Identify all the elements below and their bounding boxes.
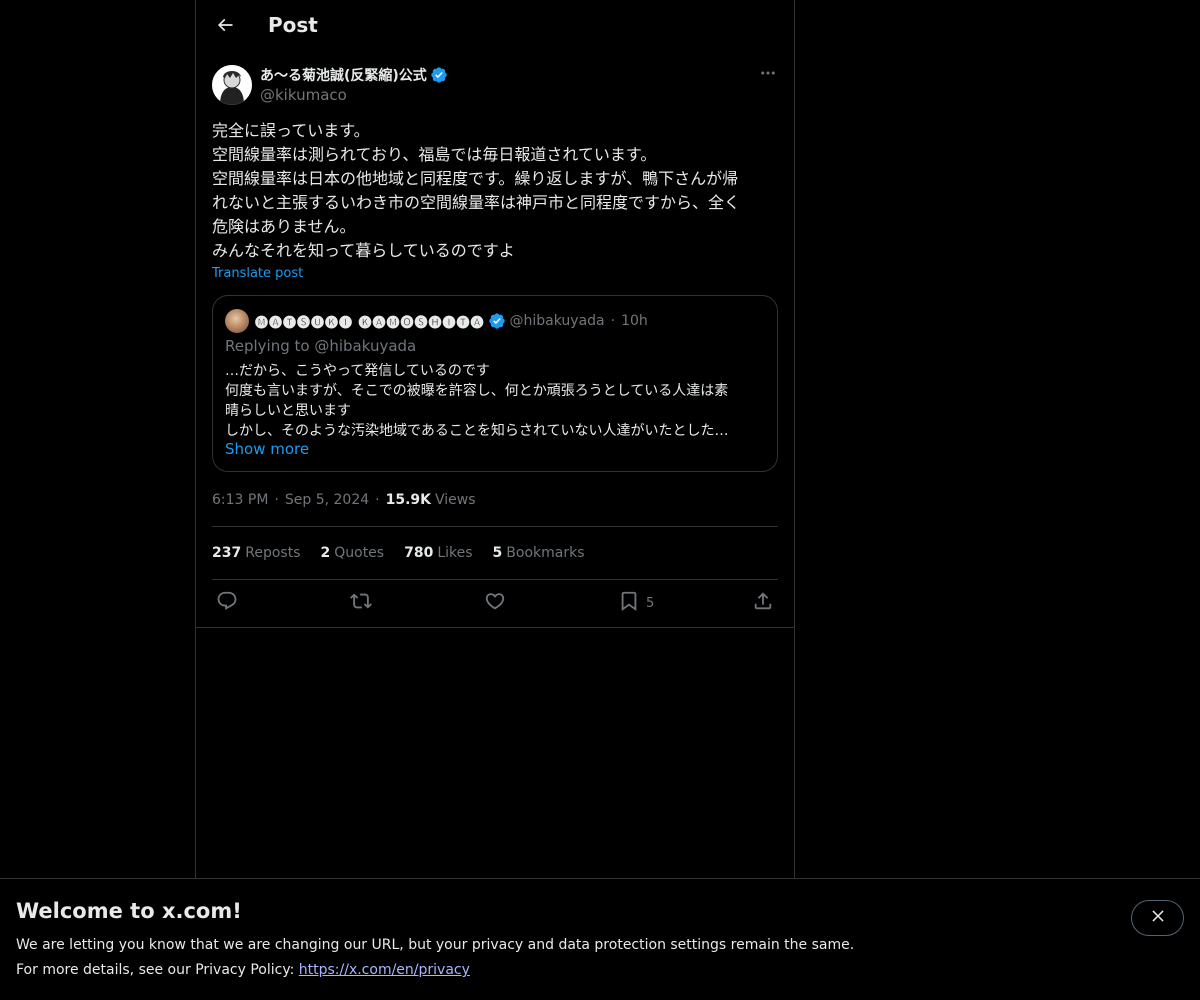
like-icon [484, 590, 506, 616]
bookmark-icon [618, 590, 640, 616]
share-icon [752, 590, 774, 616]
close-icon [1149, 907, 1167, 929]
post-text-line: 空間線量率は日本の他地域と同程度です。繰り返しますが、鴨下さんが帰 [212, 169, 739, 188]
quotes-stat[interactable]: 2 Quotes [320, 545, 384, 561]
quoted-author-display-name: 🅜🅐🅣🅢🅤🅚🅘 🅚🅐🅜🅞🅢🅗🅘🅣🅐 [255, 315, 485, 331]
post-text: 完全に誤っています。 空間線量率は測られており、福島では毎日報道されています。 … [212, 119, 778, 263]
banner-privacy-prefix: For more details, see our Privacy Policy… [16, 962, 299, 978]
views-count: 15.9K [385, 492, 431, 508]
author-name-row[interactable]: あ〜る菊池誠(反緊縮)公式 [260, 64, 448, 86]
post-text-line: れないと主張するいわき市の空間線量率は神戸市と同程度ですから、全く [212, 193, 741, 212]
bookmarks-stat[interactable]: 5 Bookmarks [493, 545, 585, 561]
page-title: Post [268, 13, 318, 37]
reply-button[interactable] [216, 591, 238, 615]
quoted-text-line: しかし、そのような汚染地域であることを知らされていない人達がいたとした… [225, 423, 729, 439]
likes-stat[interactable]: 780 Likes [404, 545, 472, 561]
divider [212, 579, 778, 580]
quotes-count: 2 [320, 545, 331, 561]
close-banner-button[interactable] [1131, 900, 1184, 936]
banner-privacy-line: For more details, see our Privacy Policy… [16, 962, 470, 978]
post-header: Post [196, 0, 794, 54]
share-button[interactable] [752, 591, 774, 615]
reposts-stat[interactable]: 237 Reposts [212, 545, 300, 561]
show-more-link[interactable]: Show more [225, 440, 309, 458]
quoted-text-line: 何度も言いますが、そこでの被曝を許容し、何とか頑張ろうとしている人達は素 [225, 383, 729, 399]
separator-dot: · [610, 313, 616, 329]
divider [196, 627, 794, 628]
post-stats: 237 Reposts 2 Quotes 780 Likes 5 Bookmarks [212, 543, 605, 563]
author-display-name[interactable]: あ〜る菊池誠(反緊縮)公式 [260, 65, 427, 85]
post-actions: 5 [196, 583, 794, 623]
quotes-label: Quotes [334, 545, 385, 561]
repost-icon [350, 590, 372, 616]
translate-post-link[interactable]: Translate post [212, 266, 303, 281]
verified-badge-icon [488, 312, 506, 330]
banner-message: We are letting you know that we are chan… [16, 937, 855, 953]
post-time[interactable]: 6:13 PM [212, 492, 268, 508]
author-handle[interactable]: @kikumaco [260, 86, 347, 104]
quoted-text-line: 晴らしいと思います [225, 403, 351, 419]
author-avatar[interactable] [212, 65, 252, 105]
views-label: Views [435, 492, 476, 508]
reply-icon [216, 590, 238, 616]
quoted-author-avatar [225, 309, 249, 333]
quoted-author-handle: @hibakuyada [509, 313, 605, 329]
banner-title: Welcome to x.com! [16, 899, 242, 923]
post-text-line: 空間線量率は測られており、福島では毎日報道されています。 [212, 145, 657, 164]
more-options-button[interactable] [756, 64, 780, 86]
post-date[interactable]: Sep 5, 2024 [285, 492, 369, 508]
bookmark-count: 5 [646, 595, 655, 611]
post-text-line: みんなそれを知って暮らしているのですよ [212, 241, 515, 260]
bookmark-button[interactable]: 5 [618, 591, 654, 615]
quoted-post-header: 🅜🅐🅣🅢🅤🅚🅘 🅚🅐🅜🅞🅢🅗🅘🅣🅐 @hibakuyada · 10h [255, 310, 648, 332]
bookmarks-label: Bookmarks [506, 545, 585, 561]
quoted-text-line: …だから、こうやって発信しているのです [225, 363, 490, 379]
quoted-replying-to: Replying to @hibakuyada [225, 337, 417, 355]
reposts-count: 237 [212, 545, 242, 561]
like-button[interactable] [484, 591, 506, 615]
post-text-line: 危険はありません。 [212, 217, 356, 236]
back-button[interactable] [208, 10, 242, 44]
privacy-policy-link[interactable]: https://x.com/en/privacy [299, 962, 470, 978]
repost-button[interactable] [350, 591, 372, 615]
post-column: Post あ〜る菊池誠(反緊縮)公式 @kikumaco 完全に誤っています。 … [195, 0, 795, 878]
more-dots-icon [759, 64, 777, 86]
separator-dot: · [375, 492, 380, 508]
separator-dot: · [274, 492, 279, 508]
divider [212, 526, 778, 527]
likes-label: Likes [437, 545, 473, 561]
welcome-banner: Welcome to x.com! We are letting you kno… [0, 878, 1200, 1000]
verified-badge-icon [430, 66, 448, 84]
post-text-line: 完全に誤っています。 [212, 121, 370, 140]
post-meta: 6:13 PM · Sep 5, 2024 · 15.9K Views [212, 490, 476, 510]
quoted-post-text: …だから、こうやって発信しているのです 何度も言いますが、そこでの被曝を許容し、… [225, 361, 765, 441]
reposts-label: Reposts [245, 545, 301, 561]
bookmarks-count: 5 [492, 545, 503, 561]
quoted-post[interactable]: 🅜🅐🅣🅢🅤🅚🅘 🅚🅐🅜🅞🅢🅗🅘🅣🅐 @hibakuyada · 10h Repl… [212, 295, 778, 472]
likes-count: 780 [404, 545, 434, 561]
quoted-post-time: 10h [621, 313, 648, 329]
arrow-left-icon [215, 15, 235, 39]
